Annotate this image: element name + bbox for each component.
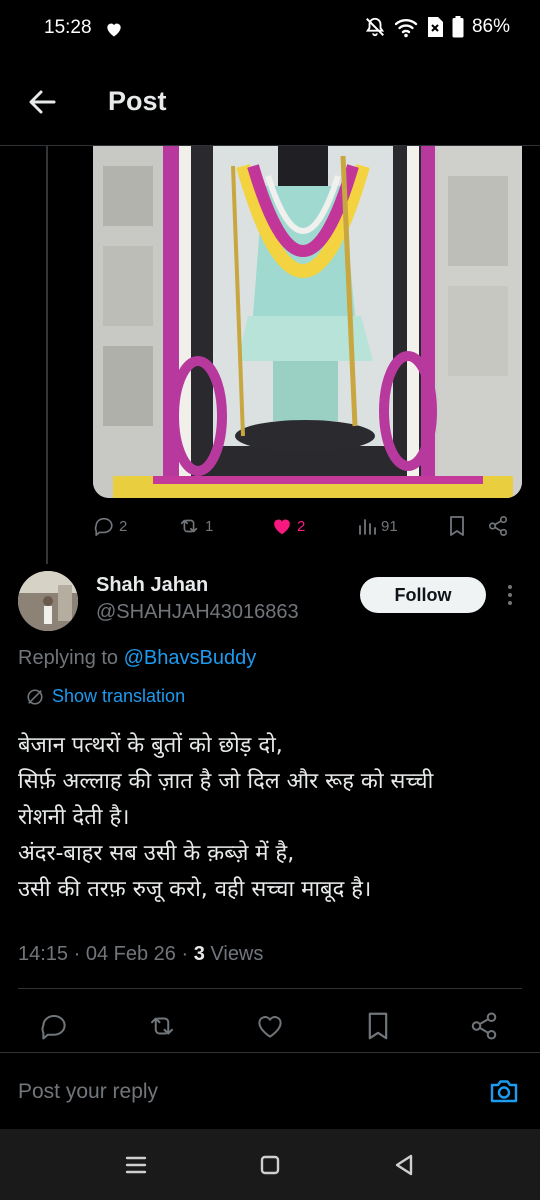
battery-icon bbox=[452, 16, 464, 38]
post-text-line: सिर्फ़ अल्लाह की ज़ात है जो दिल और रूह क… bbox=[18, 769, 434, 794]
bookmark-button[interactable] bbox=[358, 1006, 398, 1046]
back-arrow-icon[interactable] bbox=[24, 84, 60, 120]
reply-input[interactable] bbox=[18, 1077, 458, 1107]
bookmark-action[interactable] bbox=[447, 510, 467, 542]
post-image[interactable] bbox=[93, 146, 522, 498]
post-views-label: Views bbox=[210, 943, 264, 965]
views-count: 91 bbox=[381, 517, 398, 535]
divider bbox=[18, 988, 522, 989]
bookmark-icon bbox=[368, 1012, 388, 1040]
post-text-line: रोशनी देती है। bbox=[18, 805, 130, 830]
status-icons: 86% bbox=[364, 16, 510, 38]
follow-button[interactable]: Follow bbox=[360, 577, 486, 613]
author-avatar[interactable] bbox=[18, 571, 78, 631]
replying-to-line: Replying to @BhavsBuddy bbox=[18, 647, 256, 670]
like-button[interactable] bbox=[250, 1006, 290, 1046]
post-date: 04 Feb 26 bbox=[85, 943, 176, 965]
show-translation-link[interactable]: Show translation bbox=[26, 686, 185, 707]
temple-idol-image bbox=[93, 146, 522, 498]
recent-apps-icon[interactable] bbox=[121, 1151, 151, 1179]
bookmark-icon bbox=[450, 516, 464, 536]
post-views-count[interactable]: 3 bbox=[194, 943, 205, 965]
translate-icon bbox=[27, 688, 43, 705]
wifi-icon bbox=[394, 19, 418, 38]
share-action[interactable] bbox=[487, 510, 509, 542]
status-bar: 15:28 86% bbox=[0, 0, 540, 60]
back-nav-icon[interactable] bbox=[389, 1151, 419, 1179]
system-navigation-bar bbox=[0, 1129, 540, 1200]
heart-notification-icon bbox=[107, 23, 121, 37]
status-time: 15:28 bbox=[44, 17, 92, 38]
repost-icon bbox=[151, 1017, 173, 1035]
reply-button[interactable] bbox=[34, 1006, 74, 1046]
top-app-bar: Post bbox=[0, 60, 540, 146]
heart-filled-icon bbox=[274, 519, 290, 535]
thread-connector-line bbox=[46, 146, 48, 564]
share-icon bbox=[488, 516, 508, 536]
battery-percent: 86% bbox=[471, 16, 510, 37]
like-count: 2 bbox=[297, 517, 306, 535]
reply-composer bbox=[0, 1053, 540, 1129]
post-body-text: बेजान पत्थरों के बुतों को छोड़ दो, सिर्फ… bbox=[18, 728, 518, 908]
share-icon bbox=[471, 1012, 497, 1040]
avatar-photo bbox=[18, 571, 78, 631]
home-icon[interactable] bbox=[255, 1151, 285, 1179]
analytics-icon bbox=[359, 519, 376, 535]
camera-icon[interactable] bbox=[488, 1075, 520, 1107]
mute-icon bbox=[365, 17, 385, 37]
post-text-line: अंदर-बाहर सब उसी के क़ब्ज़े में है, bbox=[18, 841, 295, 866]
reply-action[interactable]: 2 bbox=[93, 510, 127, 542]
share-button[interactable] bbox=[464, 1006, 504, 1046]
views-action[interactable]: 91 bbox=[357, 510, 398, 542]
heart-icon bbox=[258, 1016, 282, 1038]
replying-prefix: Replying to bbox=[18, 647, 124, 669]
translate-label: Show translation bbox=[52, 686, 186, 706]
replying-to-mention[interactable]: @BhavsBuddy bbox=[124, 647, 257, 669]
post-actions bbox=[0, 1006, 540, 1046]
post-time: 14:15 bbox=[18, 943, 69, 965]
repost-button[interactable] bbox=[142, 1006, 182, 1046]
post-text-line: उसी की तरफ़ रुजू करो, वही सच्चा माबूद है… bbox=[18, 877, 372, 902]
repost-count: 1 bbox=[205, 517, 214, 535]
author-handle[interactable]: @SHAHJAH43016863 bbox=[96, 601, 299, 624]
repost-action[interactable]: 1 bbox=[177, 510, 213, 542]
repost-icon bbox=[180, 519, 198, 533]
parent-post-actions: 2 1 2 91 bbox=[93, 510, 523, 542]
sim-disabled-icon bbox=[427, 17, 443, 37]
reply-icon bbox=[94, 517, 113, 536]
post-metadata: 14:15 · 04 Feb 26 · 3 Views bbox=[18, 943, 264, 965]
reply-icon bbox=[41, 1015, 66, 1040]
page-title: Post bbox=[108, 86, 167, 116]
reply-count: 2 bbox=[119, 517, 128, 535]
more-options-icon[interactable] bbox=[500, 582, 520, 608]
post-text-line: बेजान पत्थरों के बुतों को छोड़ दो, bbox=[18, 733, 283, 758]
author-name[interactable]: Shah Jahan bbox=[96, 574, 208, 597]
like-action[interactable]: 2 bbox=[271, 510, 305, 542]
